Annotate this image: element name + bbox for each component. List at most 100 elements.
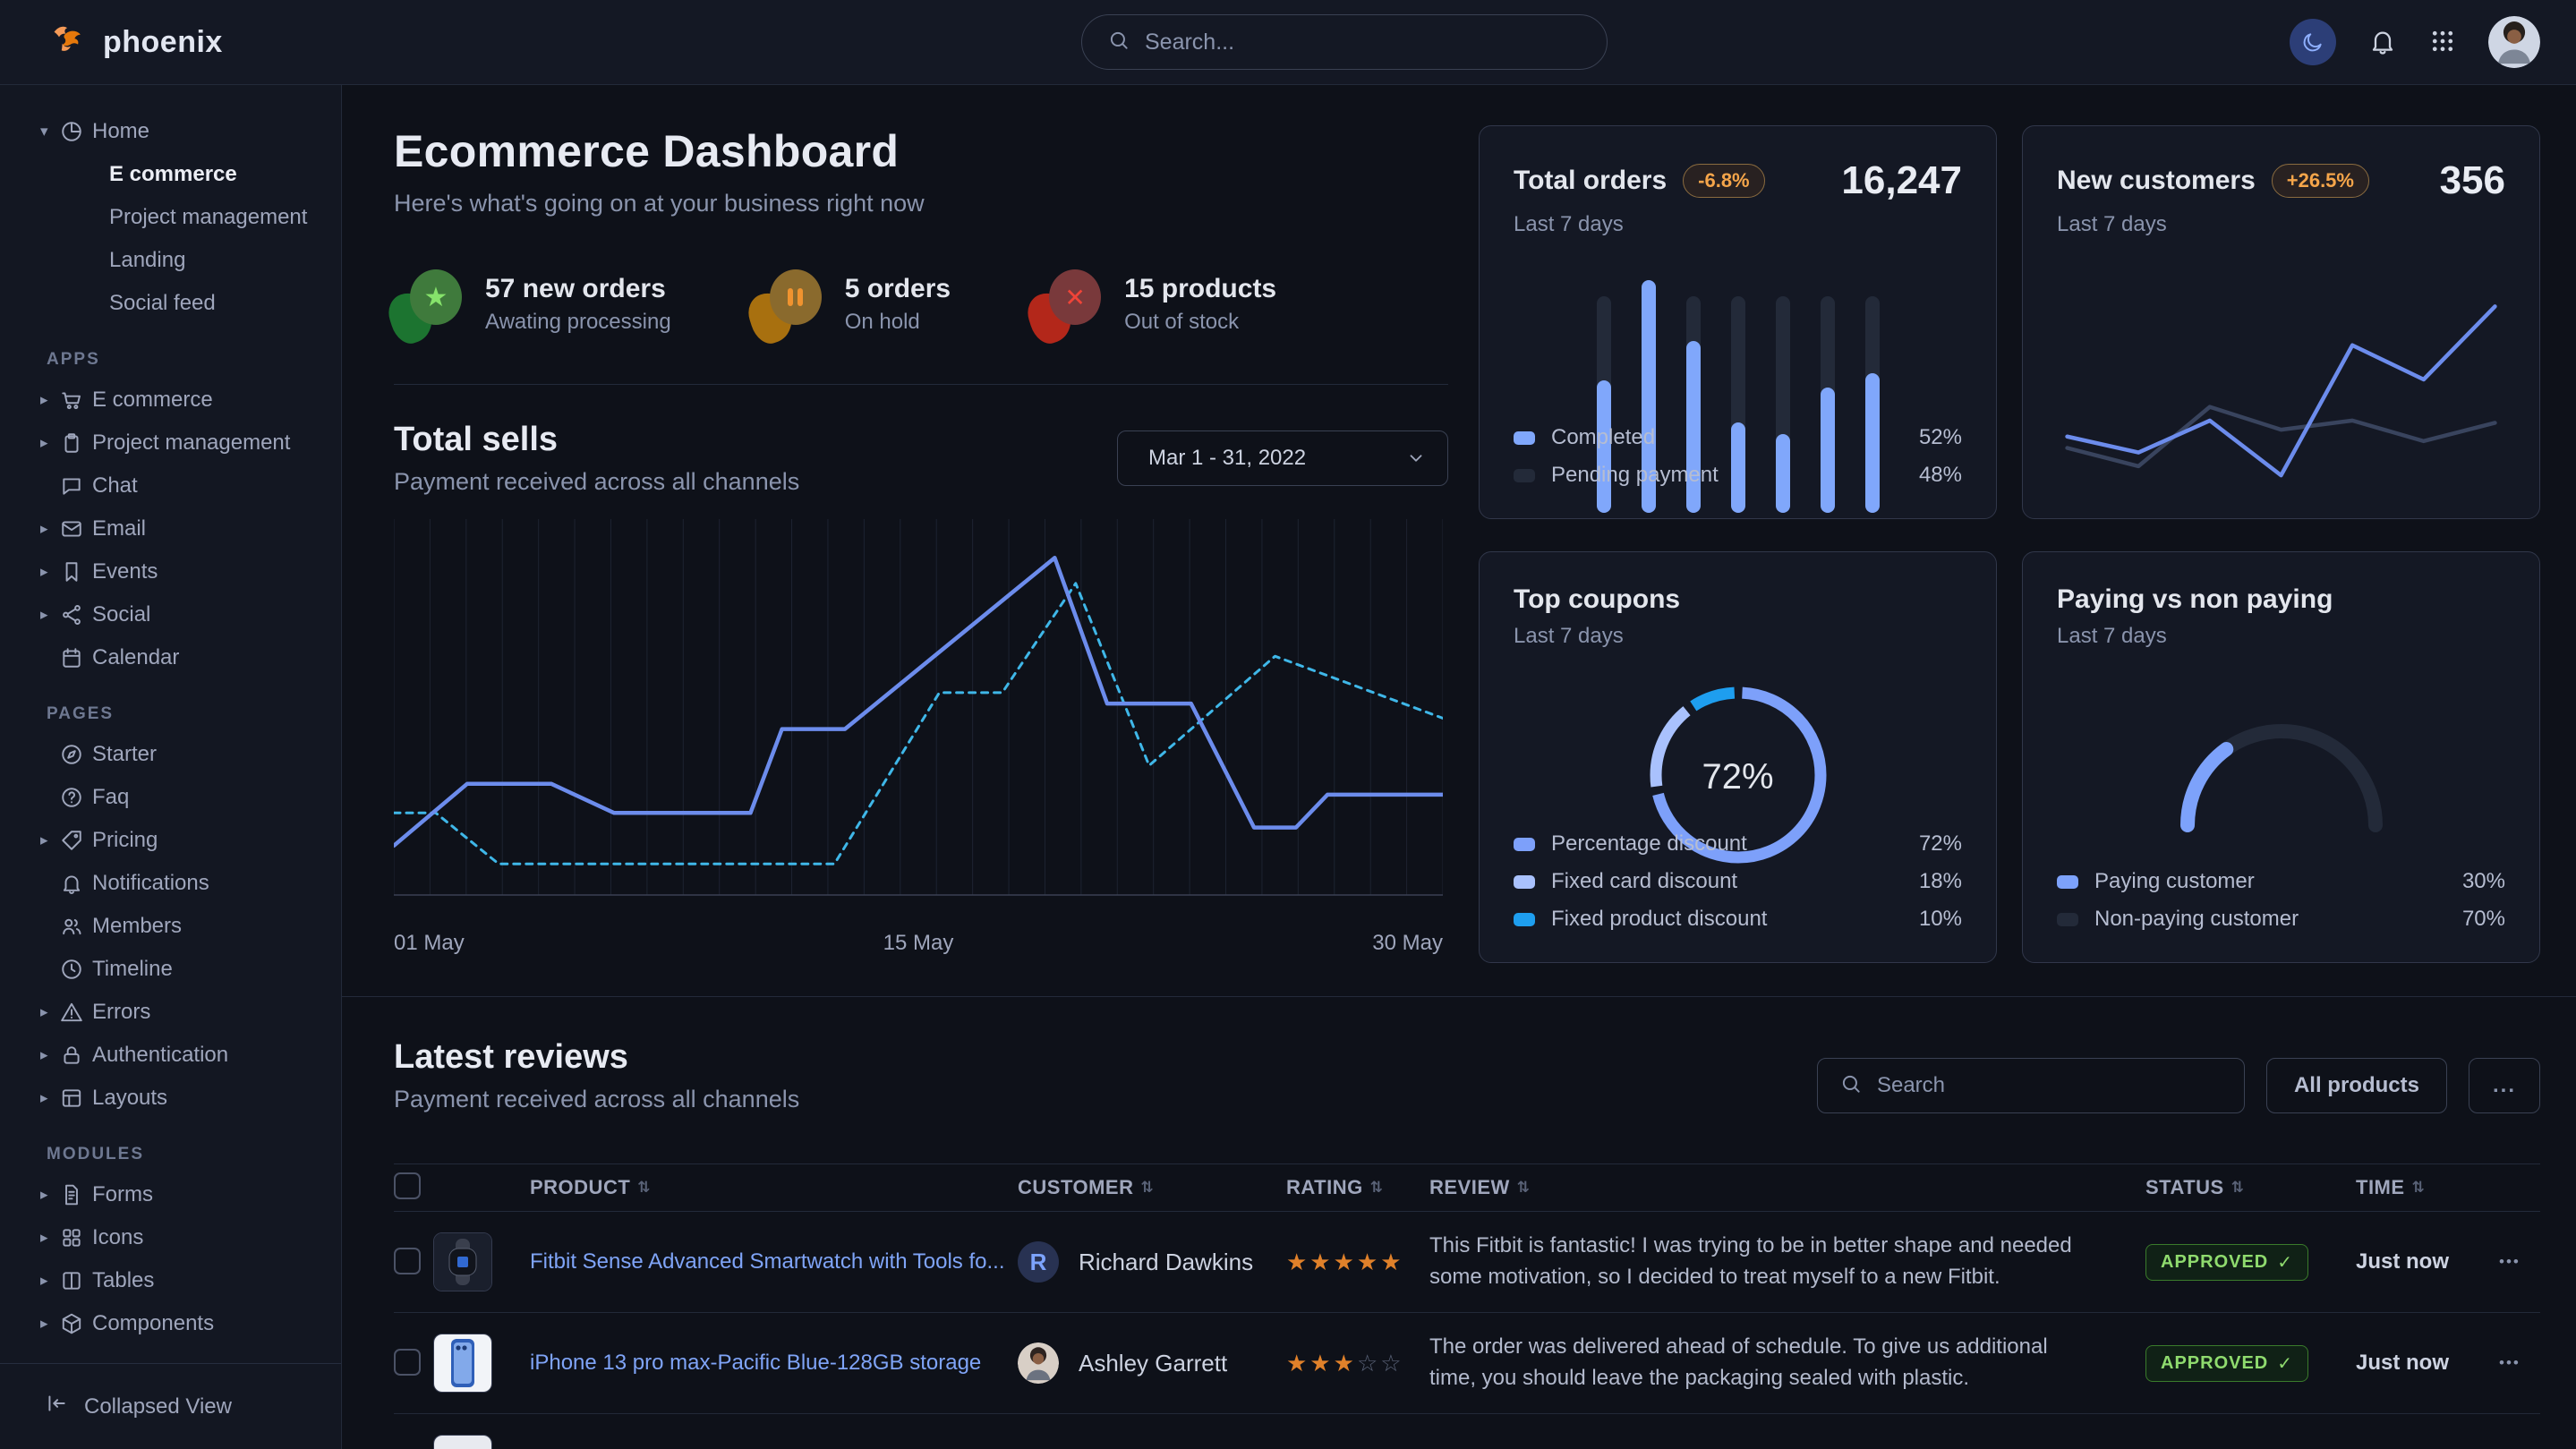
sidebar-item-icons[interactable]: ▸ Icons [0,1216,341,1259]
product-thumbnail[interactable] [433,1232,492,1291]
sidebar-section-label: APPS [0,350,341,379]
caret-right-icon: ▸ [40,1186,60,1204]
sidebar-item-components[interactable]: ▸ Components [0,1302,341,1345]
sidebar-item-timeline[interactable]: Timeline [0,948,341,991]
new-customers-card: New customers +26.5% 356 Last 7 days 01 … [2022,125,2540,519]
caret-right-icon: ▸ [40,1315,60,1333]
column-header-customer[interactable]: CUSTOMER [1018,1176,1286,1199]
sidebar-item-layouts[interactable]: ▸ Layouts [0,1077,341,1120]
sidebar-item-label: Tables [92,1268,154,1293]
sidebar-item-tables[interactable]: ▸ Tables [0,1259,341,1302]
box-icon [60,1312,92,1335]
legend-value: 30% [2462,869,2505,894]
caret-right-icon: ▸ [40,391,60,409]
legend-label: Paying customer [2094,869,2255,894]
stat-title: 57 new orders [485,274,671,304]
column-header-rating[interactable]: RATING [1286,1176,1429,1199]
chevron-down-icon [1406,448,1426,468]
product-link[interactable]: Fitbit Sense Advanced Smartwatch with To… [530,1249,1004,1274]
row-checkbox[interactable] [394,1248,421,1274]
legend-item-non-paying-customer: Non-paying customer 70% [2057,907,2505,932]
check-icon: ✓ [2277,1251,2293,1274]
column-header-review[interactable]: REVIEW [1429,1176,2145,1199]
search-input[interactable] [1145,30,1582,55]
apps-menu-button[interactable] [2429,28,2456,57]
sidebar-item-authentication[interactable]: ▸ Authentication [0,1034,341,1077]
caret-right-icon: ▸ [40,563,60,581]
row-menu-button[interactable]: ••• [2499,1354,2521,1372]
select-all-checkbox[interactable] [394,1172,421,1199]
new-customers-subtitle: Last 7 days [2057,212,2505,237]
sidebar-item-project-management[interactable]: ▸ Project management [0,422,341,465]
sidebar-item-starter[interactable]: Starter [0,733,341,776]
sidebar-subitem-social-feed[interactable]: Social feed [0,282,341,325]
total-sells-title: Total sells [394,421,799,459]
column-header-product[interactable]: PRODUCT [530,1176,1018,1199]
sidebar-item-label: Members [92,914,182,939]
reviews-table-header: PRODUCTCUSTOMERRATINGREVIEWSTATUSTIME [394,1163,2540,1212]
sidebar-item-events[interactable]: ▸ Events [0,550,341,593]
product-thumbnail[interactable] [433,1334,492,1393]
order-stats-row: ★ 57 new orders Awating processing 5 ord… [394,269,1448,339]
column-header-time[interactable]: TIME [2356,1176,2499,1199]
date-range-select[interactable]: Mar 1 - 31, 2022 [1117,430,1448,486]
sidebar-item-forms[interactable]: ▸ Forms [0,1173,341,1216]
notifications-button[interactable] [2368,27,2397,58]
sidebar-subitem-project-management[interactable]: Project management [0,196,341,239]
star-icon: ★ [394,269,462,339]
sidebar-item-label: Email [92,516,146,541]
sidebar-subitem-landing[interactable]: Landing [0,239,341,282]
sidebar-subitem-e-commerce[interactable]: E commerce [0,153,341,196]
sidebar-item-calendar[interactable]: Calendar [0,636,341,679]
legend-value: 70% [2462,907,2505,932]
sidebar-item-home[interactable]: ▾ Home [0,110,341,153]
stat-5-orders: 5 orders On hold [754,269,951,339]
section-divider [342,996,2576,997]
warning-icon [60,1001,92,1024]
sidebar-item-chat[interactable]: Chat [0,465,341,507]
search-icon [1107,29,1130,56]
collapsed-view-toggle[interactable]: Collapsed View [0,1363,341,1449]
bell-icon [60,872,92,895]
user-avatar[interactable] [2488,16,2540,68]
sidebar-item-email[interactable]: ▸ Email [0,507,341,550]
legend-swatch [2057,913,2078,926]
sidebar-item-label: Starter [92,742,157,767]
stat-title: 5 orders [845,274,951,304]
sidebar-item-pricing[interactable]: ▸ Pricing [0,819,341,862]
reviews-search-input[interactable] [1877,1073,2222,1098]
legend-label: Pending payment [1551,463,1719,488]
compass-icon [60,743,92,766]
row-menu-button[interactable]: ••• [2499,1253,2521,1271]
sidebar-item-faq[interactable]: Faq [0,776,341,819]
legend-swatch [1514,913,1535,926]
row-checkbox[interactable] [394,1349,421,1376]
column-header-status[interactable]: STATUS [2145,1176,2356,1199]
sidebar-item-social[interactable]: ▸ Social [0,593,341,636]
brand-logo[interactable]: phoenix [49,21,223,64]
legend-swatch [2057,875,2078,889]
calendar-icon [60,646,92,669]
sidebar-item-label: Project management [92,430,290,456]
stats-divider [394,384,1448,385]
new-customers-value: 356 [2440,158,2505,203]
product-link[interactable]: iPhone 13 pro max-Pacific Blue-128GB sto… [530,1351,981,1375]
reviews-menu-button[interactable]: ... [2469,1058,2540,1113]
theme-toggle-button[interactable] [2290,19,2336,65]
caret-right-icon: ▸ [40,1229,60,1247]
brand-name: phoenix [103,25,223,60]
sidebar-item-notifications[interactable]: Notifications [0,862,341,905]
latest-reviews-heading: Latest reviews Payment received across a… [394,1038,799,1113]
product-thumbnail[interactable] [433,1435,492,1449]
all-products-button[interactable]: All products [2266,1058,2447,1113]
legend-swatch [1514,469,1535,482]
collapsed-view-label: Collapsed View [84,1394,232,1419]
x-axis-label: 30 May [1372,931,1443,956]
review-text: The order was delivered ahead of schedul… [1429,1332,2145,1394]
sidebar-item-members[interactable]: Members [0,905,341,948]
customer-cell[interactable]: Ashley Garrett [1018,1342,1286,1384]
customer-cell[interactable]: RRichard Dawkins [1018,1241,1286,1283]
sidebar-item-errors[interactable]: ▸ Errors [0,991,341,1034]
dashboard-left-column: Ecommerce Dashboard Here's what's going … [394,125,1448,963]
sidebar-item-e-commerce[interactable]: ▸ E commerce [0,379,341,422]
